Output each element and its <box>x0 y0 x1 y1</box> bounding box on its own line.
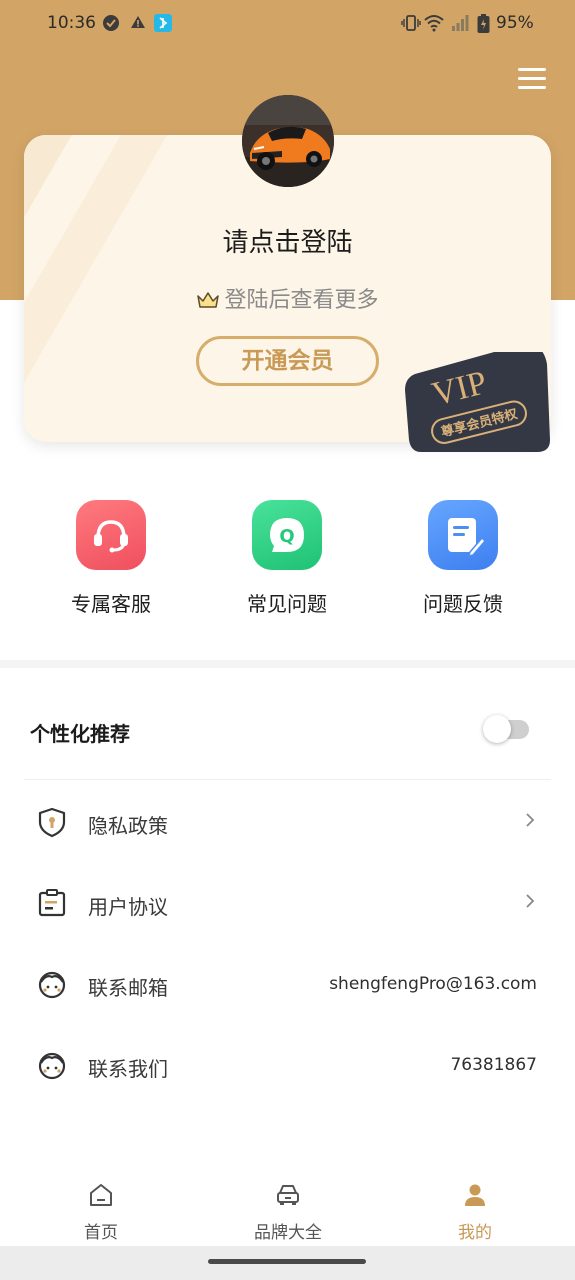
home-icon <box>90 1184 112 1206</box>
support-agent-icon <box>38 971 66 999</box>
tab-brands[interactable]: 品牌大全 <box>228 1182 348 1243</box>
login-hint-text: 登陆后查看更多 <box>224 288 379 313</box>
home-indicator[interactable] <box>208 1259 366 1264</box>
contact-phone-value: 76381867 <box>450 1055 537 1075</box>
vibrate-icon <box>401 15 421 31</box>
car-photo <box>242 95 334 187</box>
quick-action-label: 常见问题 <box>247 592 327 616</box>
system-navigation-bar <box>0 1246 575 1280</box>
menu-icon[interactable] <box>518 68 546 92</box>
battery-icon <box>477 14 490 33</box>
crown-icon <box>197 292 220 308</box>
personalized-recommendation-row: 个性化推荐 <box>24 700 551 760</box>
bottom-tab-bar: 首页 品牌大全 我的 <box>0 1170 575 1246</box>
svg-text:Q: Q <box>279 526 294 547</box>
chevron-right-icon <box>526 894 535 908</box>
avatar[interactable] <box>242 95 334 187</box>
tab-mine[interactable]: 我的 <box>415 1182 535 1243</box>
status-bar: 10:36 95% <box>0 0 575 48</box>
contact-email-row[interactable]: 联系邮箱 shengfengPro@163.com <box>24 948 551 1018</box>
divider <box>24 779 551 780</box>
faq-icon: Q <box>252 500 322 570</box>
tab-label: 首页 <box>84 1223 118 1243</box>
row-label: 联系我们 <box>88 1057 168 1081</box>
battery-percent: 95% <box>496 13 534 33</box>
status-time: 10:36 <box>47 13 96 33</box>
login-prompt[interactable]: 请点击登陆 <box>0 222 575 259</box>
row-label: 隐私政策 <box>88 814 168 838</box>
user-icon <box>465 1184 485 1206</box>
car-icon <box>277 1185 299 1205</box>
signal-icon <box>452 15 469 31</box>
quick-action-label: 问题反馈 <box>423 592 503 616</box>
tab-label: 品牌大全 <box>254 1223 322 1243</box>
shield-icon <box>38 807 66 838</box>
agreement-icon <box>38 889 66 917</box>
app-notification-icon <box>154 14 172 32</box>
quick-action-faq[interactable]: Q 常见问题 <box>212 500 362 617</box>
tab-home[interactable]: 首页 <box>41 1182 161 1243</box>
wifi-icon <box>424 15 444 32</box>
tab-label: 我的 <box>458 1223 492 1243</box>
customer-service-icon <box>76 500 146 570</box>
chevron-right-icon <box>526 813 535 827</box>
feedback-icon <box>428 500 498 570</box>
contact-email-value: shengfengPro@163.com <box>329 974 537 994</box>
quick-action-customer-service[interactable]: 专属客服 <box>36 500 186 617</box>
contact-us-row[interactable]: 联系我们 76381867 <box>24 1029 551 1099</box>
support-agent-icon <box>38 1052 66 1080</box>
vip-privilege-badge[interactable]: VIP 尊享会员特权 <box>405 352 550 452</box>
check-circle-icon <box>103 15 119 31</box>
login-hint: 登陆后查看更多 <box>0 282 575 314</box>
quick-action-label: 专属客服 <box>71 592 151 616</box>
personalized-recommendation-label: 个性化推荐 <box>30 722 130 746</box>
user-agreement-row[interactable]: 用户协议 <box>24 867 551 937</box>
warning-icon <box>131 16 145 28</box>
row-label: 用户协议 <box>88 895 168 919</box>
row-label: 联系邮箱 <box>88 976 168 1000</box>
section-divider <box>0 660 575 668</box>
privacy-policy-row[interactable]: 隐私政策 <box>24 786 551 856</box>
personalized-recommendation-toggle[interactable] <box>483 715 529 743</box>
open-vip-button[interactable]: 开通会员 <box>196 336 379 386</box>
quick-action-feedback[interactable]: 问题反馈 <box>388 500 538 617</box>
